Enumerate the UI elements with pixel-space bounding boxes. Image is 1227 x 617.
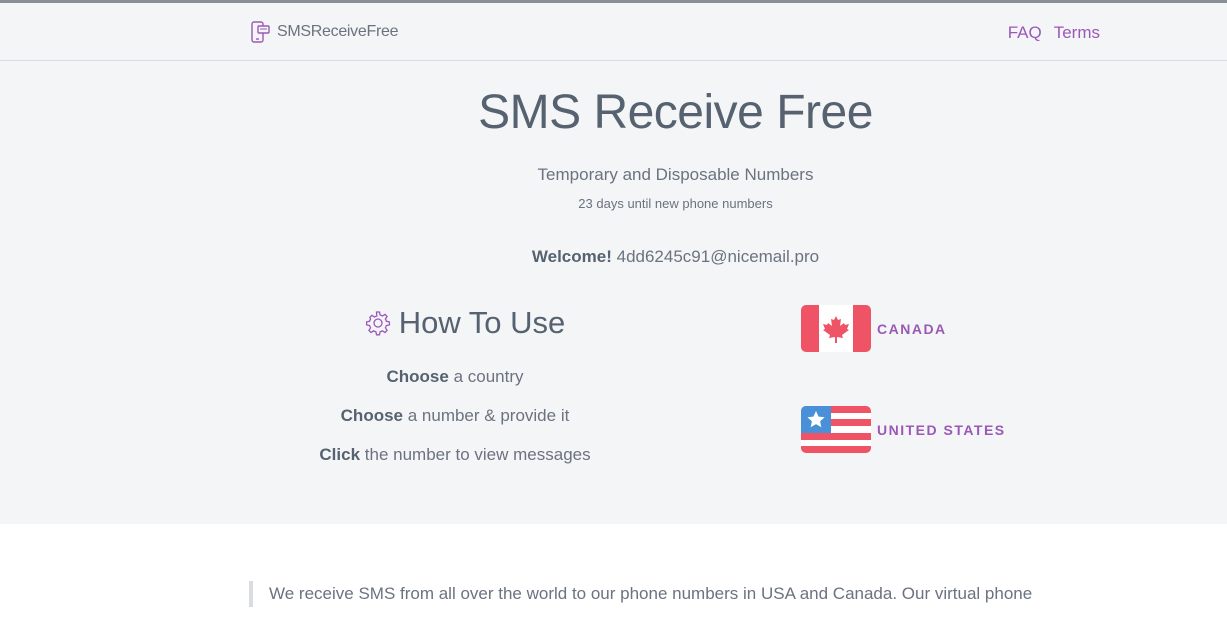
navbar: SMSReceiveFree FAQ Terms bbox=[0, 3, 1227, 61]
gear-icon bbox=[365, 311, 390, 336]
nav-links: FAQ Terms bbox=[1008, 23, 1100, 43]
subtitle: Temporary and Disposable Numbers bbox=[537, 165, 814, 184]
page-title: SMS Receive Free bbox=[478, 86, 873, 139]
how-to-use-section: How To Use Choose a country Choose a num… bbox=[300, 305, 610, 484]
phone-message-icon bbox=[251, 21, 270, 43]
about-text: We receive SMS from all over the world t… bbox=[269, 584, 1033, 603]
step-text: a country bbox=[453, 367, 524, 386]
step-bold: Click bbox=[319, 445, 361, 464]
step-item: Choose a number & provide it bbox=[300, 406, 610, 426]
welcome-message: Welcome! 4dd6245c91@nicemail.pro bbox=[0, 247, 1227, 267]
step-bold: Choose bbox=[340, 406, 403, 425]
nav-link-faq[interactable]: FAQ bbox=[1008, 23, 1042, 43]
step-bold: Choose bbox=[386, 367, 449, 386]
country-link-united-states[interactable]: UNITED STATES bbox=[801, 406, 1006, 453]
step-text: the number to view messages bbox=[364, 445, 591, 464]
brand-name: SMSReceiveFree bbox=[277, 23, 399, 40]
how-to-use-heading: How To Use bbox=[300, 305, 610, 341]
step-item: Choose a country bbox=[300, 367, 610, 387]
canada-flag-icon bbox=[801, 305, 871, 352]
step-text: a number & provide it bbox=[407, 406, 570, 425]
country-name: UNITED STATES bbox=[877, 421, 1006, 438]
usa-flag-icon bbox=[801, 406, 871, 453]
how-to-use-title: How To Use bbox=[398, 305, 566, 340]
about-blockquote: We receive SMS from all over the world t… bbox=[249, 581, 1103, 607]
countdown-text: 23 days until new phone numbers bbox=[578, 196, 773, 211]
brand-link[interactable]: SMSReceiveFree bbox=[249, 20, 398, 44]
country-link-canada[interactable]: CANADA bbox=[801, 305, 947, 352]
step-item: Click the number to view messages bbox=[300, 445, 610, 465]
welcome-label: Welcome! bbox=[531, 247, 612, 266]
country-name: CANADA bbox=[877, 320, 947, 337]
hero-section: SMS Receive Free Temporary and Disposabl… bbox=[0, 61, 1227, 524]
welcome-email: 4dd6245c91@nicemail.pro bbox=[616, 247, 820, 266]
nav-link-terms[interactable]: Terms bbox=[1054, 23, 1100, 43]
